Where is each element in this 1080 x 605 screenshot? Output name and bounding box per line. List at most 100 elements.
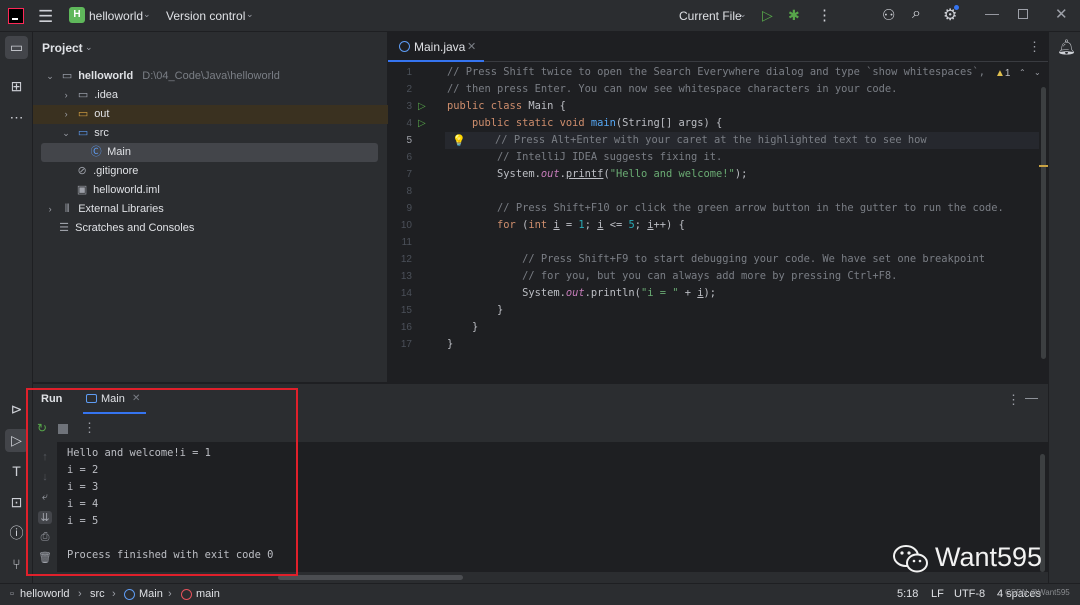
chevron-down-icon[interactable]: ⌄ [246, 9, 254, 20]
line-number: 14 [400, 288, 412, 299]
chevron-right-icon[interactable]: › [44, 200, 56, 219]
problems-icon[interactable]: ⓘ [5, 522, 28, 545]
chevron-down-icon[interactable]: ⌄ [739, 9, 747, 20]
line-gutter[interactable]: 1 2 3 4 5 6 7 8 9 10 11 12 13 14 15 16 1… [388, 62, 445, 382]
caret-position[interactable]: 5:18 [897, 588, 918, 600]
breadcrumb-class[interactable]: Main [139, 588, 163, 600]
chevron-right-icon[interactable]: › [60, 105, 72, 124]
run-panel-title: Run [41, 393, 63, 405]
run-gutter-icon[interactable]: ▷ [418, 118, 426, 129]
tab-main-java[interactable]: Main.java ✕ [388, 32, 484, 62]
chevron-down-icon[interactable]: ⌄ [60, 124, 72, 143]
notifications-bell-icon[interactable]: 🔔︎ [1057, 38, 1076, 56]
close-tab-icon[interactable]: ✕ [467, 40, 476, 53]
hide-panel-icon[interactable]: — [1025, 390, 1038, 405]
intellij-logo-icon [8, 8, 24, 24]
terminal-icon[interactable]: ⊡ [5, 491, 28, 514]
version-control-menu[interactable]: Version control [166, 9, 245, 23]
more-actions-icon[interactable]: ⋮ [817, 6, 832, 24]
tree-item-label: Scratches and Consoles [75, 222, 195, 234]
more-tools-icon[interactable]: ⋯ [5, 106, 28, 129]
chevron-right-icon[interactable]: › [60, 86, 72, 105]
warning-indicator[interactable]: ▲1 [995, 68, 1010, 79]
scroll-to-end-icon[interactable]: ⇊ [38, 511, 52, 524]
breadcrumb-method[interactable]: main [196, 588, 220, 600]
tree-item-idea[interactable]: › ▭ .idea [33, 86, 388, 105]
close-tab-icon[interactable]: ✕ [132, 393, 140, 404]
structure-tool-icon[interactable]: ⊞ [5, 75, 28, 98]
print-icon[interactable]: ⎙ [38, 531, 52, 544]
library-icon: ⫴ [64, 203, 70, 215]
search-icon[interactable]: ⌕ [912, 5, 921, 23]
breadcrumb-project[interactable]: helloworld [20, 588, 70, 600]
console-horizontal-scrollbar[interactable] [278, 575, 463, 580]
chevron-up-icon[interactable]: ⌃ [1019, 68, 1026, 77]
tab-options-icon[interactable]: ⋮ [1028, 39, 1041, 55]
project-tool-folder-icon[interactable]: ▭ [5, 36, 28, 59]
line-number: 15 [400, 305, 412, 316]
close-window-icon[interactable]: ✕ [1055, 5, 1068, 23]
services-icon[interactable]: ⊳ [5, 398, 28, 421]
console-line: i = 5 [67, 515, 99, 527]
run-tab-main[interactable]: Main ✕ [83, 384, 146, 414]
excluded-folder-icon: ▭ [77, 108, 89, 120]
tree-item-label: helloworld.iml [93, 184, 160, 196]
scratches-icon: ☰ [59, 222, 69, 234]
class-icon [124, 589, 135, 600]
warning-stripe-mark[interactable] [1039, 165, 1048, 167]
project-selector[interactable]: helloworld [89, 9, 143, 23]
console-line: Process finished with exit code 0 [67, 549, 274, 561]
more-options-icon[interactable]: ⋮ [1007, 392, 1020, 408]
code-line-current: // Press Alt+Enter with your caret at th… [445, 132, 1039, 149]
file-encoding[interactable]: UTF-8 [954, 588, 985, 600]
project-badge[interactable]: H [69, 7, 85, 23]
git-icon[interactable]: ⑂ [5, 553, 28, 576]
right-tool-strip: 🔔︎ [1048, 32, 1080, 583]
line-number: 12 [400, 254, 412, 265]
debug-icon[interactable]: ✱ [788, 7, 800, 24]
editor-tab-bar: Main.java ✕ ⋮ [388, 32, 1048, 62]
tree-item-root[interactable]: ⌄ ▭ helloworld D:\04_Code\Java\helloworl… [33, 67, 388, 86]
code-area[interactable]: // Press Shift twice to open the Search … [445, 62, 1041, 382]
breadcrumb-src[interactable]: src [90, 588, 105, 600]
editor-scrollbar[interactable] [1041, 87, 1046, 359]
chevron-down-icon[interactable]: ⌄ [44, 67, 56, 86]
more-actions-icon[interactable]: ⋮ [83, 420, 96, 436]
soft-wrap-icon[interactable]: ⤶ [38, 491, 52, 504]
run-tool-icon[interactable]: ▷ [5, 429, 28, 452]
code-editor: Main.java ✕ ⋮ 1 2 3 4 5 6 7 8 9 10 11 12… [388, 32, 1048, 382]
tree-item-main[interactable]: Ⓒ Main [41, 143, 378, 162]
tree-item-scratches[interactable]: ☰ Scratches and Consoles [33, 219, 388, 238]
line-number: 1 [406, 67, 412, 78]
main-menu-icon[interactable]: ☰ [38, 7, 53, 27]
run-icon[interactable]: ▷ [762, 7, 773, 24]
tree-item-path: D:\04_Code\Java\helloworld [142, 70, 280, 82]
tree-item-external-libraries[interactable]: › ⫴ External Libraries [33, 200, 388, 219]
arrow-up-icon[interactable]: ↑ [38, 451, 52, 463]
build-hammer-icon[interactable]: T [5, 460, 28, 483]
run-config-selector[interactable]: Current File [679, 9, 742, 23]
rerun-icon[interactable]: ↻ [37, 421, 47, 435]
tree-item-out[interactable]: › ▭ out [33, 105, 388, 124]
chevron-down-icon[interactable]: ⌄ [1034, 68, 1041, 77]
chevron-down-icon[interactable]: ⌄ [85, 42, 93, 53]
tree-item-label: .gitignore [93, 165, 139, 177]
stop-icon[interactable] [58, 424, 68, 434]
chevron-down-icon[interactable]: ⌄ [143, 9, 151, 20]
line-separator[interactable]: LF [931, 588, 944, 600]
code-line: // for you, but you can always add more … [447, 270, 898, 282]
tree-item-label: src [94, 127, 109, 139]
minimize-window-icon[interactable]: — [985, 5, 999, 21]
tree-item-iml[interactable]: ▣ helloworld.iml [33, 181, 388, 200]
intention-bulb-icon[interactable]: 💡 [452, 134, 466, 147]
maximize-window-icon[interactable] [1018, 9, 1028, 19]
clear-trash-icon[interactable]: 🗑︎ [38, 551, 52, 564]
run-gutter-icon[interactable]: ▷ [418, 101, 426, 112]
tree-item-gitignore[interactable]: ⊘ .gitignore [33, 162, 388, 181]
pane-title[interactable]: Project [42, 41, 83, 55]
add-user-icon[interactable]: ⚇ [882, 6, 895, 24]
source-folder-icon: ▭ [77, 127, 89, 139]
arrow-down-icon[interactable]: ↓ [38, 471, 52, 483]
tree-item-src[interactable]: ⌄ ▭ src [33, 124, 388, 143]
settings-gear-icon[interactable]: ⚙ [943, 5, 960, 25]
